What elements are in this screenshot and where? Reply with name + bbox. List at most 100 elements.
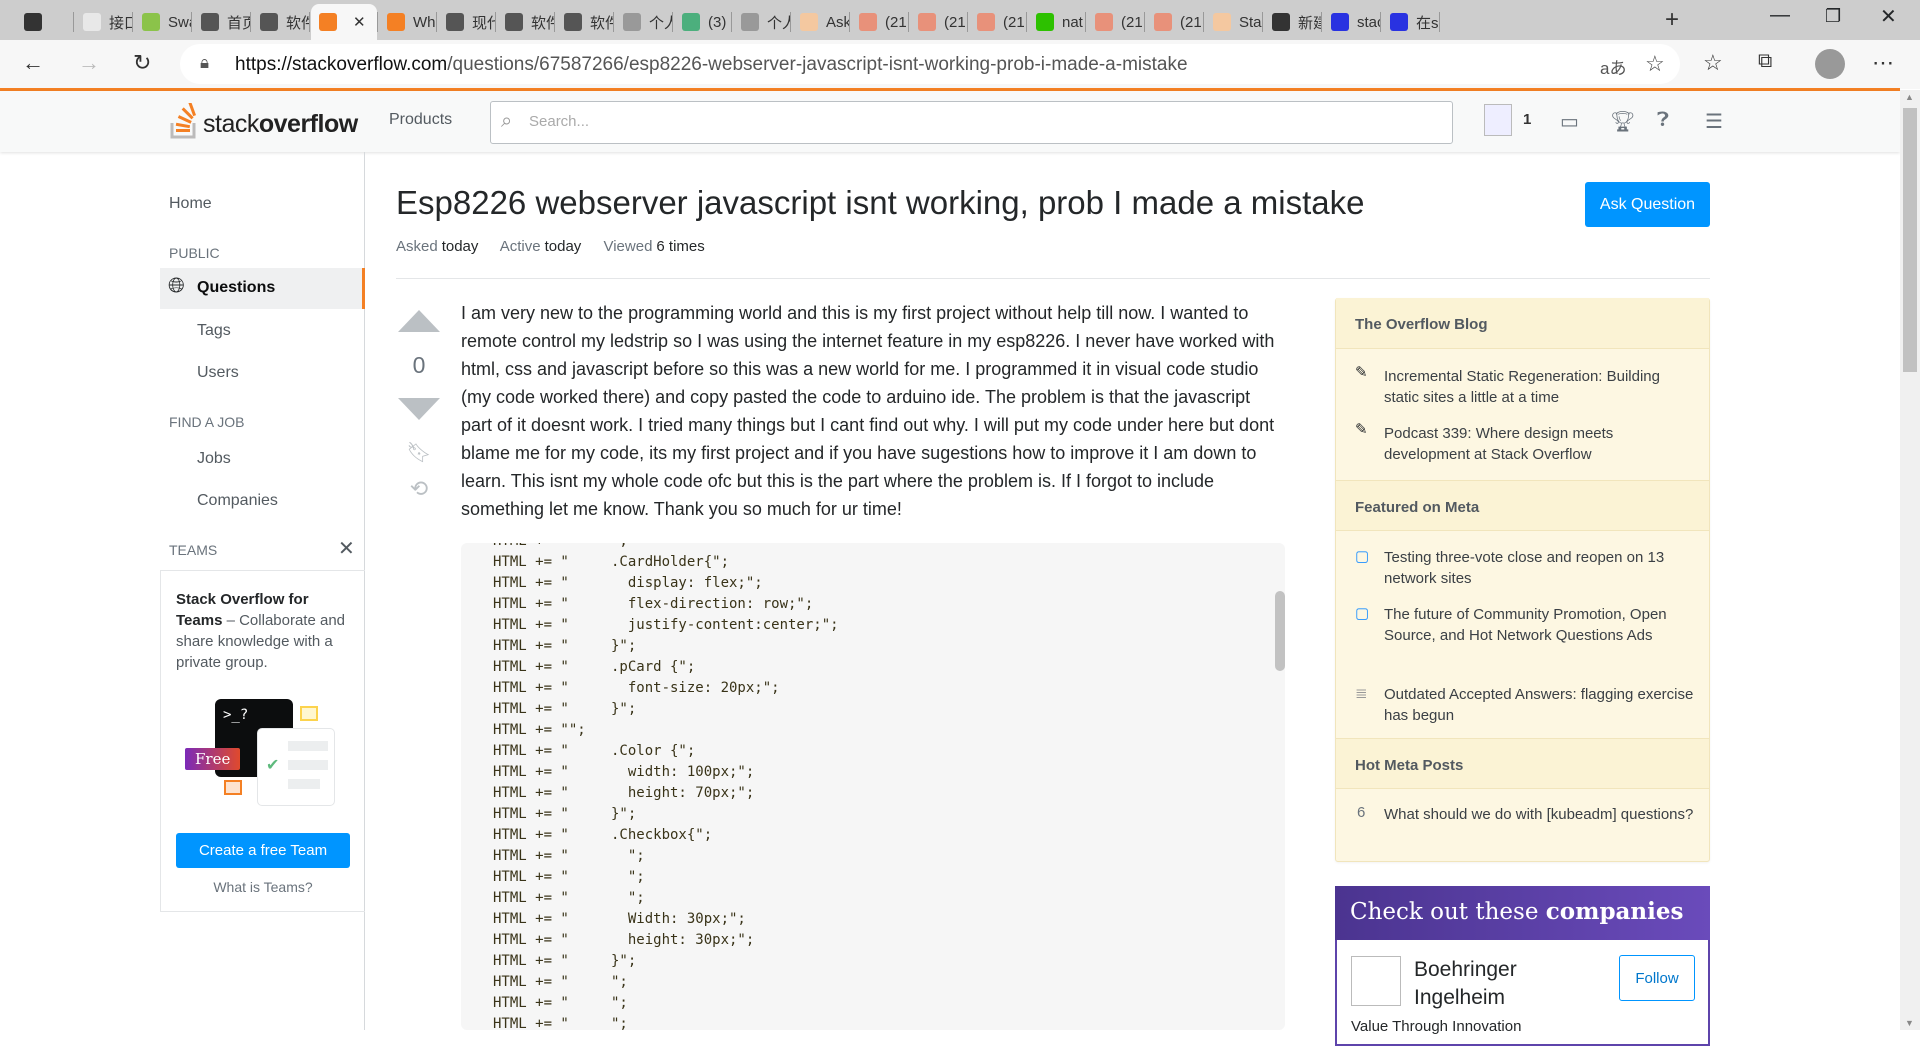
close-window-button[interactable]: ✕ bbox=[1880, 4, 1897, 29]
user-avatar[interactable] bbox=[1484, 104, 1512, 136]
add-favorite-icon[interactable]: ☆ bbox=[1645, 51, 1665, 77]
nav-questions-label: Questions bbox=[197, 279, 276, 296]
scroll-down-icon[interactable]: ▼ bbox=[1905, 1018, 1914, 1028]
browser-tab[interactable]: 现代 bbox=[438, 4, 495, 40]
browser-tab[interactable]: 在s bbox=[1382, 4, 1439, 40]
tab-favicon-icon bbox=[682, 13, 700, 31]
scroll-up-icon[interactable]: ▲ bbox=[1905, 92, 1914, 102]
lock-icon[interactable]: 🔒︎ bbox=[200, 53, 209, 73]
what-is-teams-link[interactable]: What is Teams? bbox=[161, 879, 365, 895]
blog-link[interactable]: Incremental Static Regeneration: Buildin… bbox=[1384, 366, 1694, 408]
achievements-trophy-icon[interactable]: 🏆︎ bbox=[1610, 109, 1635, 134]
browser-tab[interactable]: 个人 bbox=[615, 4, 672, 40]
more-icon[interactable]: ⋯ bbox=[1872, 50, 1894, 76]
browser-tab[interactable]: (21 bbox=[1087, 4, 1144, 40]
browser-tab-strip: 接口 Swa 首页 软件 ✕ Wh 现代 软件 软件 个人 (3) 个人 Ask (21 (21 (21 nat… bbox=[0, 0, 1920, 40]
follow-button[interactable]: Follow bbox=[1619, 955, 1695, 1001]
site-switcher-icon[interactable]: ☰ bbox=[1705, 109, 1723, 134]
browser-tab[interactable]: ✕ bbox=[311, 4, 377, 40]
inbox-icon[interactable]: ▭ bbox=[1560, 109, 1579, 134]
create-team-button[interactable]: Create a free Team bbox=[176, 833, 350, 868]
browser-tab[interactable]: (21 bbox=[910, 4, 967, 40]
browser-tab[interactable]: nat bbox=[1028, 4, 1085, 40]
browser-tab[interactable]: Swa bbox=[134, 4, 191, 40]
browser-tab[interactable] bbox=[16, 4, 73, 40]
browser-tab[interactable]: stac bbox=[1323, 4, 1380, 40]
nav-questions[interactable]: 🌐︎ Questions bbox=[160, 268, 365, 309]
favorites-icon[interactable]: ☆ bbox=[1703, 50, 1723, 76]
nav-users[interactable]: Users bbox=[197, 364, 239, 382]
new-tab-button[interactable]: + bbox=[1665, 6, 1679, 34]
restore-button[interactable]: ❐ bbox=[1825, 6, 1841, 27]
browser-tab[interactable]: 软件 bbox=[497, 4, 554, 40]
minimize-button[interactable]: — bbox=[1770, 4, 1790, 27]
scrollbar-thumb[interactable] bbox=[1903, 108, 1917, 372]
active-value[interactable]: today bbox=[545, 238, 582, 255]
url-field[interactable]: 🔒︎ https://stackoverflow.com/questions/6… bbox=[180, 44, 1680, 84]
ask-question-button[interactable]: Ask Question bbox=[1585, 182, 1710, 227]
forward-icon[interactable]: → bbox=[78, 50, 100, 76]
tab-favicon-icon bbox=[741, 13, 759, 31]
browser-tab[interactable]: Ask bbox=[792, 4, 849, 40]
page-scrollbar[interactable]: ▲ ▼ bbox=[1900, 90, 1920, 1030]
logo-text-overflow: overflow bbox=[258, 110, 358, 138]
code-scrollbar[interactable] bbox=[1275, 591, 1285, 671]
help-icon[interactable]: ❓︎ bbox=[1657, 109, 1669, 132]
close-teams-icon[interactable]: ✕ bbox=[338, 536, 355, 561]
back-icon[interactable]: ← bbox=[22, 50, 44, 76]
question-body: I am very new to the programming world a… bbox=[461, 303, 1275, 519]
tab-label: 新建 bbox=[1298, 14, 1321, 32]
tab-separator bbox=[1380, 12, 1381, 32]
bookmark-icon[interactable]: 🔖︎ bbox=[398, 440, 440, 465]
read-aloud-icon[interactable]: aあ bbox=[1600, 54, 1626, 79]
meta-link[interactable]: Outdated Accepted Answers: flagging exer… bbox=[1384, 684, 1694, 726]
nav-home[interactable]: Home bbox=[169, 195, 212, 213]
divider bbox=[396, 278, 1710, 279]
nav-jobs[interactable]: Jobs bbox=[197, 450, 231, 468]
nav-companies[interactable]: Companies bbox=[197, 492, 278, 510]
company-logo[interactable] bbox=[1351, 956, 1401, 1006]
browser-tab[interactable]: Sta bbox=[1205, 4, 1262, 40]
search-input[interactable] bbox=[529, 113, 1429, 130]
tab-separator bbox=[250, 12, 251, 32]
active-label: Active bbox=[499, 238, 541, 255]
meta-link[interactable]: The future of Community Promotion, Open … bbox=[1384, 604, 1694, 646]
products-menu[interactable]: Products bbox=[389, 111, 452, 129]
address-bar-row: ← → ↻ 🔒︎ https://stackoverflow.com/quest… bbox=[0, 40, 1920, 89]
profile-avatar[interactable] bbox=[1815, 49, 1845, 79]
history-icon[interactable]: ⟲ bbox=[398, 476, 440, 502]
reputation-count: 1 bbox=[1523, 111, 1532, 128]
logo[interactable]: stackoverflow bbox=[170, 103, 358, 139]
browser-tab[interactable]: 软件 bbox=[556, 4, 613, 40]
question-title[interactable]: Esp8226 webserver javascript isnt workin… bbox=[396, 184, 1364, 222]
tab-favicon-icon bbox=[918, 13, 936, 31]
browser-tab[interactable]: (21 bbox=[969, 4, 1026, 40]
browser-tab[interactable]: (3) bbox=[674, 4, 731, 40]
hot-meta-heading: Hot Meta Posts bbox=[1336, 738, 1709, 789]
collections-icon[interactable]: ⧉ bbox=[1758, 50, 1772, 73]
tab-separator bbox=[1439, 12, 1440, 32]
upvote-button[interactable] bbox=[398, 310, 440, 337]
browser-tab[interactable]: (21 bbox=[851, 4, 908, 40]
browser-tab[interactable]: Wh bbox=[379, 4, 436, 40]
tab-close-icon[interactable]: ✕ bbox=[353, 13, 366, 31]
tab-favicon-icon bbox=[387, 13, 405, 31]
tab-label: Wh bbox=[413, 13, 436, 31]
search-box[interactable]: ⌕ bbox=[490, 101, 1453, 144]
meta-link[interactable]: Testing three-vote close and reopen on 1… bbox=[1384, 547, 1694, 589]
chat-bubble-icon bbox=[224, 780, 242, 795]
browser-tab[interactable]: 接口 bbox=[75, 4, 132, 40]
browser-tab[interactable]: 软件 bbox=[252, 4, 309, 40]
browser-tab[interactable]: 首页 bbox=[193, 4, 250, 40]
tab-separator bbox=[731, 12, 732, 32]
blog-link[interactable]: Podcast 339: Where design meets developm… bbox=[1384, 423, 1694, 465]
browser-tab[interactable]: (21 bbox=[1146, 4, 1203, 40]
reload-icon[interactable]: ↻ bbox=[133, 50, 151, 76]
browser-tab[interactable]: 个人 bbox=[733, 4, 790, 40]
nav-tags[interactable]: Tags bbox=[197, 322, 231, 340]
hot-post-link[interactable]: What should we do with [kubeadm] questio… bbox=[1384, 804, 1694, 825]
downvote-button[interactable] bbox=[398, 398, 440, 425]
globe-icon: 🌐︎ bbox=[168, 274, 185, 297]
browser-tab[interactable]: 新建 bbox=[1264, 4, 1321, 40]
company-name[interactable]: Boehringer Ingelheim bbox=[1414, 956, 1554, 1012]
